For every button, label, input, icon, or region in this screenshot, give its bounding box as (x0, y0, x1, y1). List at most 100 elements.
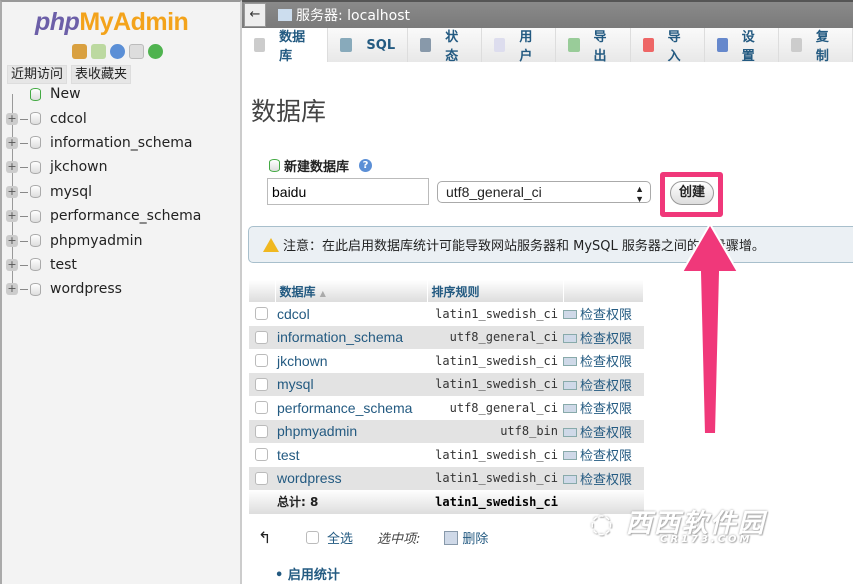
drop-button[interactable]: 删除 (462, 528, 488, 547)
tab-settings[interactable]: 设置 (704, 28, 779, 64)
row-checkbox[interactable] (255, 448, 268, 462)
header-database[interactable]: 数据库 ▲ (275, 280, 428, 302)
database-link[interactable]: mysql (275, 372, 427, 396)
row-checkbox[interactable] (255, 377, 268, 391)
database-tree: New + cdcol + information_schema + jkchown + my… (6, 82, 242, 302)
expand-icon[interactable]: + (6, 136, 18, 149)
expand-icon[interactable]: + (6, 258, 18, 271)
row-checkbox[interactable] (255, 401, 268, 415)
drop-icon (444, 530, 459, 545)
tab-database[interactable]: 数据库 (242, 28, 329, 64)
table-row: phpmyadmin utf8_bin 检查权限 (249, 419, 644, 443)
header-collation[interactable]: 排序规则 (427, 280, 564, 302)
collapse-nav-button[interactable]: ← (244, 3, 266, 27)
tab-status[interactable]: 状态 (408, 28, 483, 64)
server-icon (278, 9, 292, 21)
tree-database[interactable]: + wordpress (6, 277, 242, 301)
arrow-up-icon: ↰ (258, 528, 272, 547)
database-link[interactable]: information_schema (275, 325, 427, 349)
select-all-label[interactable]: 全选 (327, 528, 353, 547)
row-checkbox[interactable] (255, 307, 268, 321)
tab-sql[interactable]: SQL (328, 28, 409, 62)
expand-icon[interactable]: + (6, 185, 18, 198)
notice-box: 注意：在此启用数据库统计可能导致网站服务器和 MySQL 服务器之间的流量骤增。 (248, 226, 853, 263)
tab-replication[interactable]: 复制 (778, 28, 853, 64)
check-privileges-link[interactable]: 检查权限 (563, 325, 644, 349)
database-name-input[interactable] (267, 178, 429, 205)
check-privileges-link[interactable]: 检查权限 (563, 443, 644, 467)
expand-icon[interactable]: + (6, 112, 18, 125)
collation-select[interactable]: utf8_general_ci ▲ ▼ (437, 181, 651, 204)
home-icon[interactable] (72, 44, 87, 59)
collation-cell: latin1_swedish_ci (427, 372, 563, 396)
check-privileges-link[interactable]: 检查权限 (563, 466, 644, 490)
database-icon (30, 160, 41, 174)
logout-icon[interactable] (91, 44, 106, 59)
database-icon (30, 234, 41, 248)
row-checkbox[interactable] (255, 354, 268, 368)
row-checkbox[interactable] (255, 330, 268, 344)
settings-icon (716, 38, 728, 52)
database-icon (30, 258, 41, 272)
tree-database[interactable]: + performance_schema (6, 204, 242, 228)
collation-cell: latin1_swedish_ci (435, 447, 558, 462)
tab-users[interactable]: 用户 (482, 28, 557, 64)
tree-new[interactable]: New (6, 82, 242, 106)
check-privileges-link[interactable]: 检查权限 (563, 396, 644, 420)
select-arrows-icon: ▲ ▼ (635, 184, 644, 204)
collation-cell: utf8_general_ci (449, 400, 558, 415)
export-icon (568, 38, 580, 52)
privileges-icon (563, 404, 577, 414)
row-checkbox[interactable] (255, 424, 268, 438)
check-privileges-link[interactable]: 检查权限 (563, 372, 644, 396)
check-privileges-link[interactable]: 检查权限 (563, 419, 644, 443)
expand-icon[interactable]: + (6, 161, 18, 174)
highlight-box (660, 172, 723, 217)
row-checkbox[interactable] (255, 471, 268, 485)
quick-links (72, 44, 163, 59)
privileges-icon (563, 451, 577, 461)
status-icon (420, 38, 432, 52)
tab-import[interactable]: 导入 (630, 28, 705, 64)
expand-icon[interactable]: + (6, 210, 18, 223)
sql-icon (340, 38, 353, 52)
watermark: ◌ 西西软件园 CR173.COM (590, 509, 766, 545)
database-link[interactable]: jkchown (275, 349, 427, 373)
expand-icon[interactable]: + (6, 234, 18, 247)
database-icon (30, 112, 41, 126)
tree-database[interactable]: + phpmyadmin (6, 228, 242, 252)
database-icon (30, 209, 41, 223)
help-icon[interactable] (110, 44, 125, 59)
phpmyadmin-logo[interactable]: phpMyAdmin (35, 8, 189, 37)
new-database-icon (30, 87, 41, 101)
total-row: 总计: 8 latin1_swedish_ci (249, 490, 644, 514)
tree-database[interactable]: + jkchown (6, 155, 242, 179)
expand-icon[interactable]: + (6, 283, 18, 296)
tree-database[interactable]: + mysql (6, 180, 242, 204)
database-link[interactable]: wordpress (275, 466, 427, 490)
tab-export[interactable]: 导出 (556, 28, 631, 64)
database-link[interactable]: test (275, 443, 427, 467)
select-all-checkbox[interactable] (306, 531, 319, 544)
help-icon[interactable]: ? (359, 159, 373, 172)
tree-database[interactable]: + information_schema (6, 131, 242, 155)
import-icon (642, 38, 654, 52)
enable-stats-link[interactable]: • 启用统计 (275, 564, 340, 583)
tree-database[interactable]: + test (6, 253, 242, 277)
server-breadcrumb[interactable]: 服务器: localhost (278, 5, 410, 25)
database-link[interactable]: performance_schema (275, 396, 427, 420)
database-icon (254, 38, 266, 52)
docs-icon[interactable] (129, 44, 144, 59)
check-privileges-link[interactable]: 检查权限 (563, 349, 644, 373)
database-link[interactable]: cdcol (275, 302, 427, 326)
database-link[interactable]: phpmyadmin (275, 419, 427, 443)
privileges-icon (563, 474, 577, 484)
page-title: 数据库 (251, 97, 327, 126)
table-row: performance_schema utf8_general_ci 检查权限 (249, 396, 644, 420)
tree-database[interactable]: + cdcol (6, 106, 242, 130)
reload-icon[interactable] (148, 44, 163, 59)
breadcrumb-bar: ← 服务器: localhost (242, 0, 853, 28)
pink-arrow-annotation (680, 222, 740, 435)
check-privileges-link[interactable]: 检查权限 (563, 302, 644, 326)
main-tabs: 数据库 SQL 状态 用户 导出 导入 设置 复制 (242, 28, 853, 64)
